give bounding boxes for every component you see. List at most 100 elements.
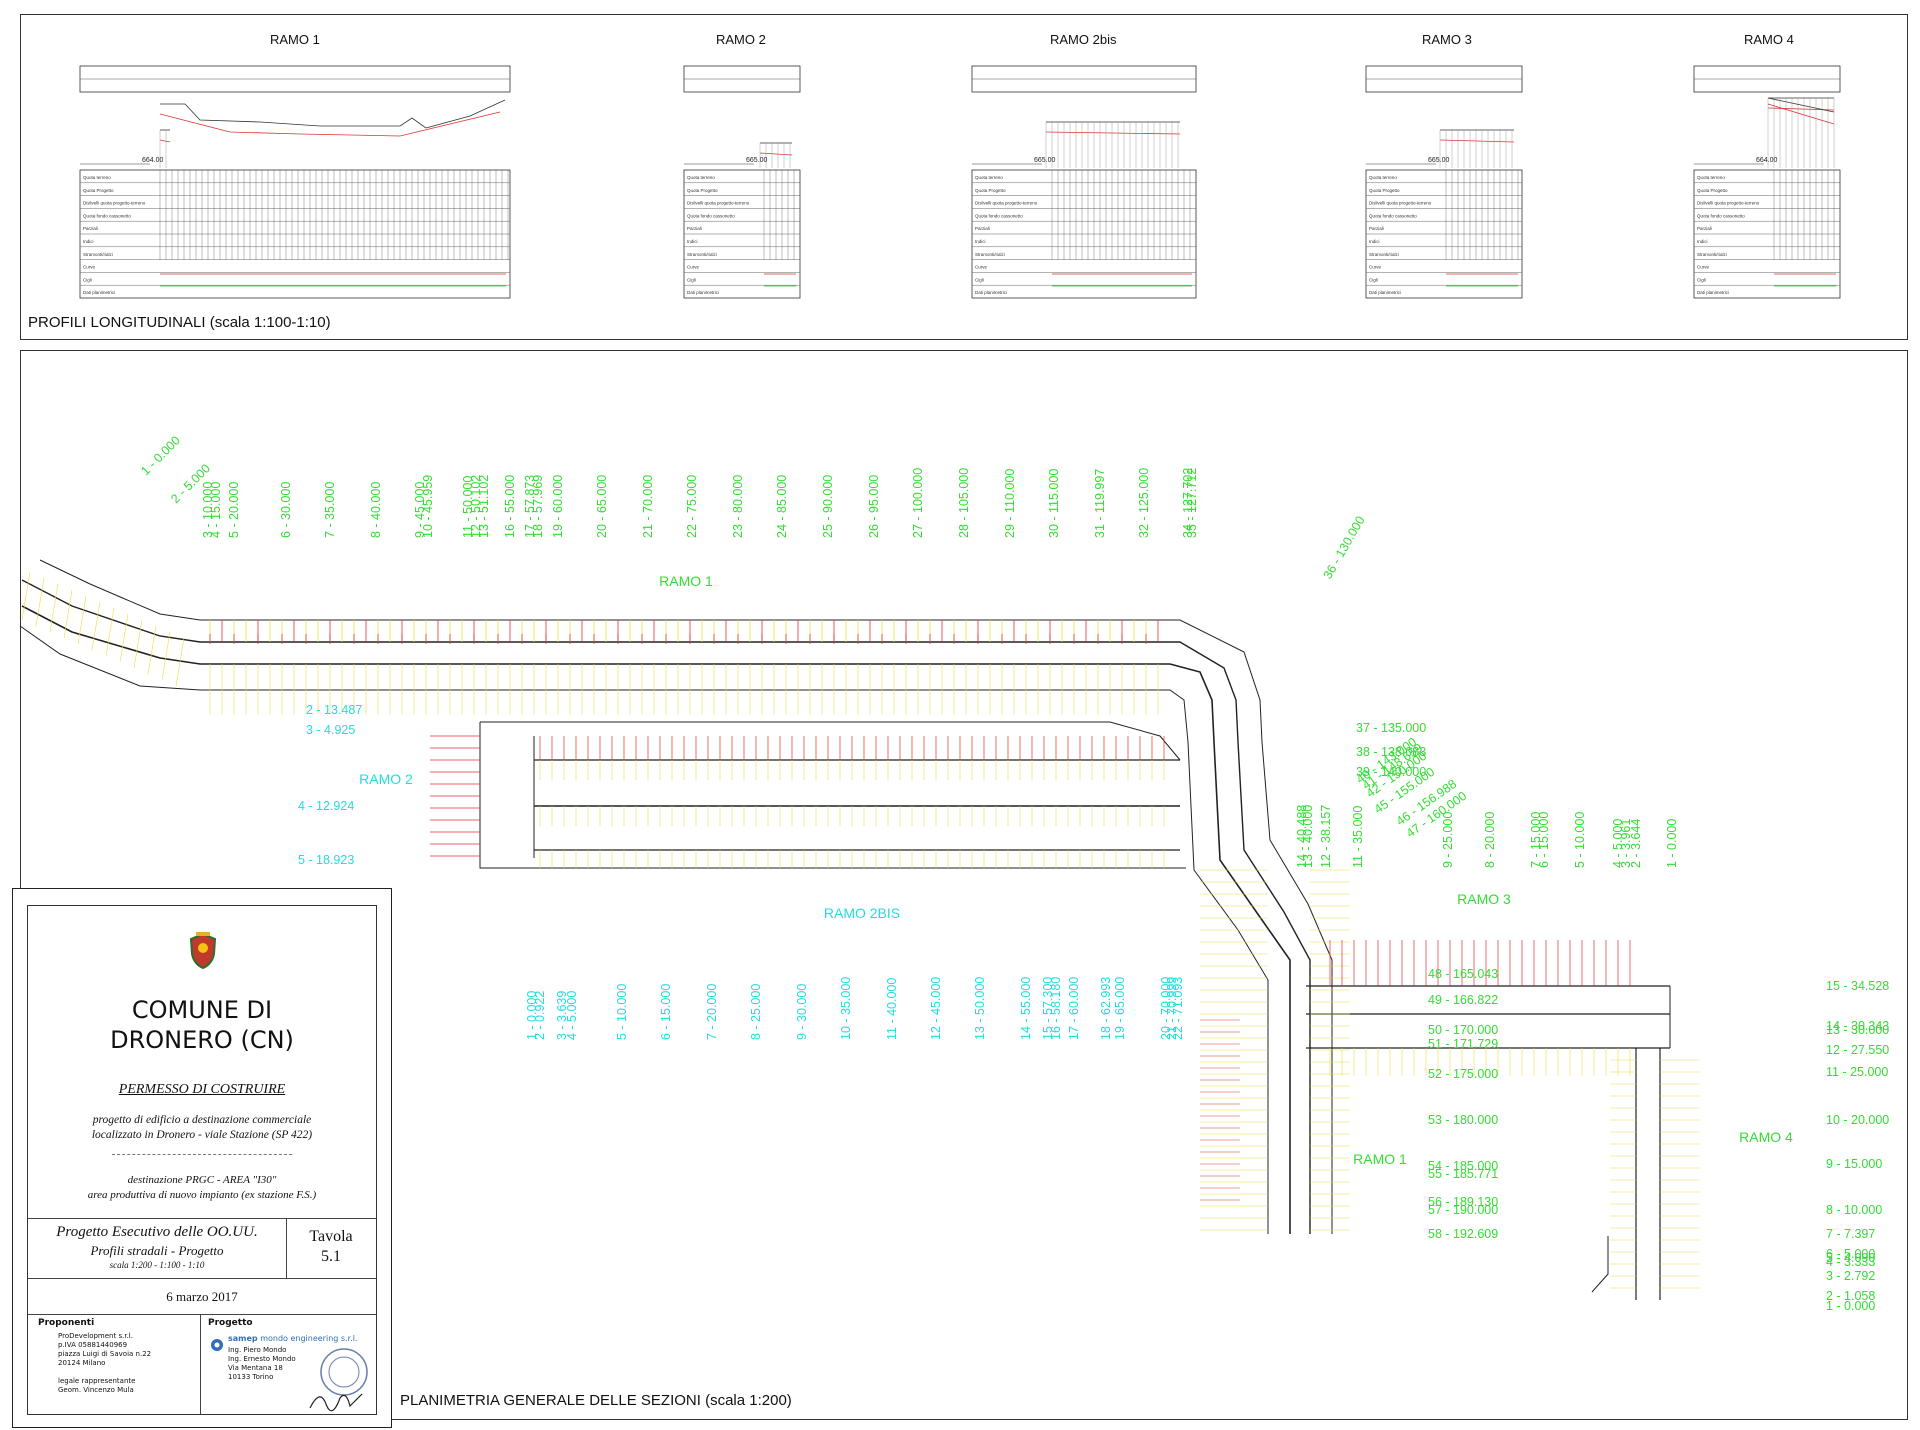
profile-row-label: Quota terreno [687, 175, 715, 180]
station-label-ramo2bis: 19 - 65.000 [1113, 977, 1127, 1040]
station-label-ramo1-lower: 53 - 180.000 [1428, 1113, 1498, 1127]
station-label-ramo1: 22 - 75.000 [685, 475, 699, 538]
tavola-number: 5.1 [321, 1248, 341, 1265]
station-label-ramo2: 2 - 13.487 [306, 703, 362, 717]
station-label-ramo1-lower: 52 - 175.000 [1428, 1067, 1498, 1081]
drawing-date: 6 marzo 2017 [166, 1289, 238, 1304]
station-label-ramo2bis: 5 - 10.000 [615, 984, 629, 1040]
profile-row-label: Dati planimetrici [975, 290, 1007, 295]
station-label-ramo1-lower: 58 - 192.609 [1428, 1227, 1498, 1241]
profile-row-label: Curve [83, 265, 96, 270]
progetto-details: Ing. Piero Mondo Ing. Ernesto Mondo Via … [228, 1346, 296, 1381]
station-label-ramo1: 19 - 60.000 [551, 475, 565, 538]
profile-row-label: Quota fondo cassonetto [975, 213, 1023, 218]
comune-line2: DRONERO (CN) [110, 1026, 294, 1054]
profile-row-label: Quota Progetto [83, 188, 114, 193]
station-label-ramo3: 9 - 25.000 [1441, 812, 1455, 868]
station-label-ramo1-lower: 50 - 170.000 [1428, 1023, 1498, 1037]
block-divider [200, 1314, 201, 1414]
station-label-ramo1: 7 - 35.000 [323, 482, 337, 538]
station-label-ramo1: 35 - 127.712 [1185, 468, 1199, 538]
profile-elevation: 665.00 [1428, 157, 1450, 164]
station-label-ramo3: 14 - 40.488 [1295, 805, 1309, 868]
section-tick [91, 601, 101, 651]
profile-row-label: Curve [687, 265, 700, 270]
profile-row-label: Dati planimetrici [83, 290, 115, 295]
tavola-label: Tavola [309, 1228, 353, 1245]
station-label-ramo2bis: 22 - 71.093 [1171, 977, 1185, 1040]
station-label-ramo2bis: 10 - 35.000 [839, 977, 853, 1040]
destination-line1: destinazione PRGC - AREA "I30" [127, 1174, 277, 1186]
profile-ramo-5: Quota terreno Quota Progetto Dislivelli qu… [1693, 65, 1841, 299]
ramo3-label: RAMO 3 [1457, 891, 1511, 907]
profile-row-label: Dislivelli quota progetto-terreno [975, 201, 1038, 206]
station-label-ramo2bis: 7 - 20.000 [705, 984, 719, 1040]
station-label-ramo1: 5 - 20.000 [227, 482, 241, 538]
profile-row-label: Quota terreno [1697, 175, 1725, 180]
station-label-ramo2bis: 8 - 25.000 [749, 984, 763, 1040]
progetto-title: Progetto Esecutivo delle OO.UU. [56, 1224, 258, 1240]
design-line-ramo1 [159, 111, 501, 137]
profile-row-label: Parziali [83, 226, 98, 231]
title-block-inner: COMUNE DI DRONERO (CN) PERMESSO DI COSTR… [27, 905, 377, 1415]
station-label-ramo1: 26 - 95.000 [867, 475, 881, 538]
section-tick [105, 607, 115, 657]
proponenti-details: ProDevelopment s.r.l. p.IVA 05881440969 … [58, 1332, 152, 1394]
ramo2bis-label: RAMO 2BIS [824, 905, 900, 921]
station-label-ramo2: 5 - 18.923 [298, 853, 354, 867]
comune-line1: COMUNE DI [131, 996, 273, 1024]
profile-row-label: Cigli [1697, 277, 1706, 282]
profile-ramo-1: Quota terreno Quota Progetto Dislivelli qu… [79, 65, 511, 299]
station-label-ramo1: 8 - 40.000 [369, 482, 383, 538]
station-label-ramo2bis: 12 - 45.000 [929, 977, 943, 1040]
station-label-ramo4: 10 - 20.000 [1826, 1113, 1889, 1127]
profile-row-label: Dislivelli quota progetto-terreno [1697, 201, 1760, 206]
station-label-ramo1: 31 - 119.997 [1093, 469, 1107, 538]
progetto-heading: Progetto [208, 1318, 253, 1328]
permesso-title: PERMESSO DI COSTRUIRE [118, 1082, 286, 1097]
station-label-ramo3: 8 - 20.000 [1483, 812, 1497, 868]
section-tick [21, 571, 31, 621]
profile-elevation: 664.00 [1756, 157, 1778, 164]
station-label-ramo1: 21 - 70.000 [641, 475, 655, 538]
terrain-line-ramo4 [1767, 97, 1835, 113]
section-tick [119, 613, 129, 663]
profile-row-label: Quota terreno [1369, 175, 1397, 180]
station-label-ramo2bis: 2 - 0.922 [533, 991, 547, 1040]
station-label-ramo2bis: 4 - 5.000 [565, 991, 579, 1040]
profile-row-label: Cigli [687, 277, 696, 282]
station-label-ramo1-lower: 51 - 171.729 [1428, 1037, 1498, 1051]
section-tick [161, 631, 171, 681]
station-label-ramo1: 16 - 55.000 [503, 475, 517, 538]
ramo4-curb [1591, 1236, 1609, 1293]
profile-ramo-4: Quota terreno Quota Progetto Dislivelli qu… [1365, 65, 1523, 299]
station-label-ramo1: 25 - 90.000 [821, 475, 835, 538]
profile-row-label: Curve [1697, 265, 1710, 270]
profile-row-label: Quota fondo cassonetto [1369, 213, 1417, 218]
station-label-ramo1: 29 - 110.000 [1003, 469, 1017, 538]
station-label-ramo4: 9 - 15.000 [1826, 1157, 1882, 1171]
proponenti-heading: Proponenti [38, 1318, 95, 1328]
profile-row-label: Quota Progetto [1369, 188, 1400, 193]
station-label-ramo3: 4 - 5.000 [1611, 819, 1625, 868]
profile-row-label: Parziali [975, 226, 990, 231]
profile-row-label: Dati planimetrici [1697, 290, 1729, 295]
title-block-rule [28, 1314, 376, 1315]
profile-row-label: Stramonti/rialzi [687, 252, 717, 257]
station-label-ramo4: 8 - 10.000 [1826, 1203, 1882, 1217]
profile-row-label: Cigli [975, 277, 984, 282]
station-label-ramo1: 13 - 51.102 [477, 475, 491, 538]
profile-row-label: Dislivelli quota progetto-terreno [83, 201, 146, 206]
profile-row-label: Stramonti/rialzi [1369, 252, 1399, 257]
station-label-ramo2bis: 14 - 55.000 [1019, 977, 1033, 1040]
signature [309, 1393, 363, 1412]
station-label-ramo2bis: 16 - 58.180 [1049, 977, 1063, 1040]
profile-row-label: Dislivelli quota progetto-terreno [687, 201, 750, 206]
station-label-ramo3: 11 - 35.000 [1351, 806, 1365, 868]
profile-elevation: 665.00 [1034, 157, 1056, 164]
profile-design-line [159, 139, 171, 143]
profile-design-line [759, 152, 793, 156]
section-tick [77, 595, 87, 645]
longitudinal-profiles: Quota terreno Quota Progetto Dislivelli qu… [79, 65, 1841, 299]
profile-row-label: Parziali [687, 226, 702, 231]
